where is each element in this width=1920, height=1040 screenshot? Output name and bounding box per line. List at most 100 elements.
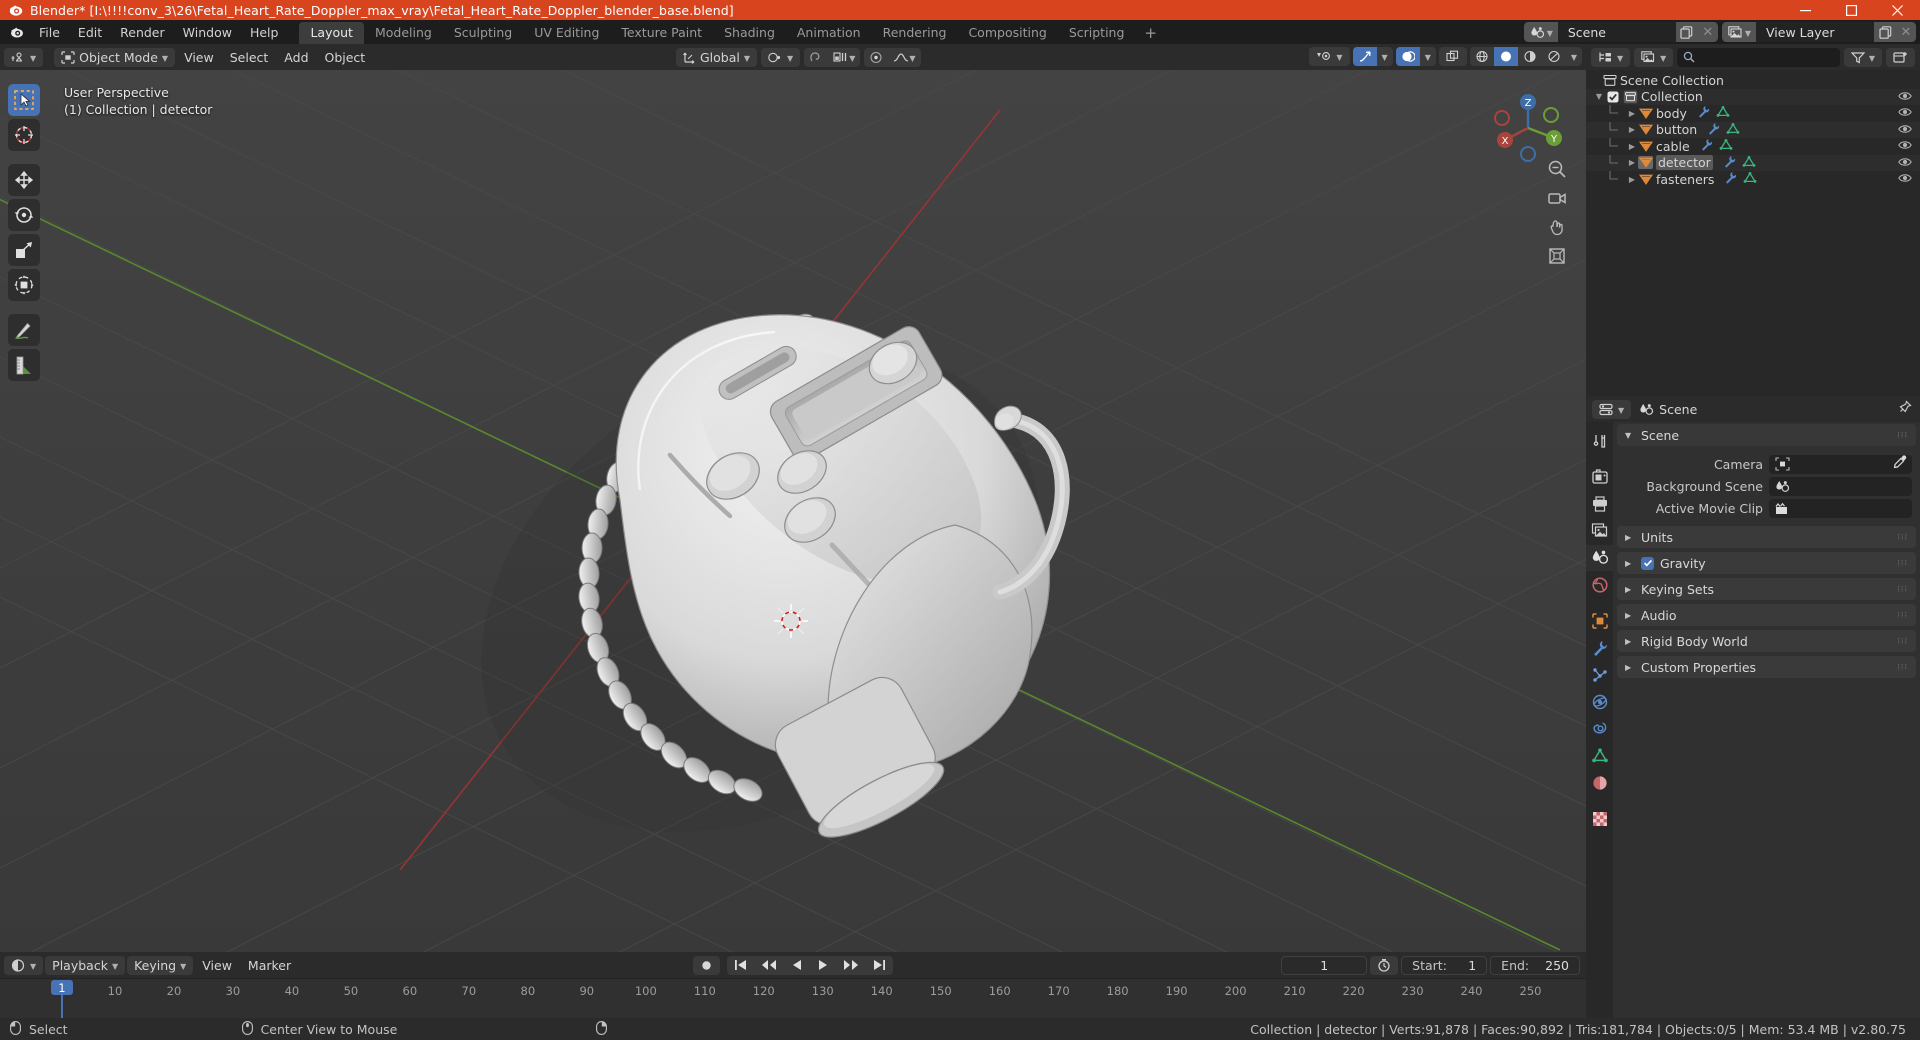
mesh-data-icon[interactable] <box>1716 105 1730 121</box>
object-mode-selector[interactable]: Object Mode ▼ <box>54 47 176 67</box>
use-preview-range-button[interactable] <box>1370 955 1399 975</box>
visibility-selector[interactable]: ▼ <box>1309 47 1350 66</box>
panel-arrow[interactable]: ▶ <box>1625 637 1635 646</box>
tab-layout[interactable]: Layout <box>299 22 364 44</box>
view-layer-selector[interactable]: ▼ View Layer ✕ <box>1721 22 1916 42</box>
mesh-data-icon[interactable] <box>1719 138 1733 154</box>
panel-arrow[interactable]: ▶ <box>1625 533 1635 542</box>
play-reverse-button[interactable] <box>784 956 810 975</box>
camera-view-icon[interactable] <box>1546 187 1568 209</box>
properties-panel-audio[interactable]: ▶ Audio ⁞⁞⁞ <box>1617 604 1916 626</box>
proportional-edit-toggle[interactable] <box>864 48 888 67</box>
3d-viewport[interactable]: User Perspective (1) Collection | detect… <box>0 70 1586 952</box>
tab-sculpting[interactable]: Sculpting <box>443 22 523 44</box>
pivot-point-selector[interactable]: ▼ <box>761 47 801 67</box>
particles-tab-icon[interactable] <box>1586 662 1613 688</box>
scene-panel-arrow[interactable]: ▼ <box>1625 431 1635 440</box>
transform-tool[interactable] <box>8 269 40 301</box>
outliner-row-object[interactable]: ▶ fasteners <box>1586 171 1920 188</box>
properties-panel-keying-sets[interactable]: ▶ Keying Sets ⁞⁞⁞ <box>1617 578 1916 600</box>
rotate-tool[interactable] <box>8 199 40 231</box>
panel-arrow[interactable]: ▶ <box>1625 559 1635 568</box>
tab-scripting[interactable]: Scripting <box>1058 22 1136 44</box>
gizmo-options-dropdown[interactable]: ▼ <box>1377 47 1393 66</box>
outliner-search-input[interactable] <box>1677 47 1840 67</box>
show-gizmo-toggle[interactable] <box>1352 47 1377 66</box>
keying-menu[interactable]: Keying ▼ <box>127 955 194 975</box>
modifier-icon[interactable] <box>1724 171 1737 187</box>
measure-tool[interactable] <box>8 349 40 381</box>
previous-keyframe-button[interactable] <box>754 956 784 975</box>
outliner-row-collection[interactable]: ▼ Collection <box>1586 88 1920 105</box>
outliner-row-object[interactable]: ▶ detector <box>1586 154 1920 171</box>
object-expand-arrow[interactable]: ▶ <box>1626 109 1638 118</box>
vp-menu-select[interactable]: Select <box>223 48 276 67</box>
modifier-icon[interactable] <box>1723 155 1736 171</box>
panel-checkbox[interactable] <box>1641 556 1654 570</box>
properties-panel-gravity[interactable]: ▶ Gravity ⁞⁞⁞ <box>1617 552 1916 574</box>
close-button[interactable] <box>1874 0 1920 20</box>
constraint-tab-icon[interactable] <box>1586 716 1613 742</box>
cursor-tool[interactable] <box>8 119 40 151</box>
annotate-tool[interactable] <box>8 314 40 346</box>
properties-panel-units[interactable]: ▶ Units ⁞⁞⁞ <box>1617 526 1916 548</box>
panel-arrow[interactable]: ▶ <box>1625 585 1635 594</box>
menu-help[interactable]: Help <box>241 20 288 44</box>
panel-arrow[interactable]: ▶ <box>1625 663 1635 672</box>
xray-toggle[interactable] <box>1438 47 1467 66</box>
view-layer-icon[interactable]: ▼ <box>1721 22 1756 42</box>
camera-field[interactable] <box>1769 454 1912 474</box>
snap-toggle[interactable] <box>804 48 828 67</box>
timeline-playhead[interactable]: 1 <box>50 980 73 995</box>
blender-logo-icon[interactable] <box>4 20 30 44</box>
world-tab-icon[interactable] <box>1586 572 1613 598</box>
minimize-button[interactable] <box>1782 0 1828 20</box>
tab-compositing[interactable]: Compositing <box>957 22 1057 44</box>
new-collection-button[interactable] <box>1886 47 1915 67</box>
solid-shading-button[interactable] <box>1493 47 1518 66</box>
properties-editor-type-button[interactable]: ▼ <box>1592 399 1632 419</box>
tab-modeling[interactable]: Modeling <box>364 22 443 44</box>
maximize-button[interactable] <box>1828 0 1874 20</box>
texture-tab-icon[interactable] <box>1586 806 1613 832</box>
object-visibility-icon[interactable] <box>1898 155 1912 170</box>
mesh-data-icon[interactable] <box>1742 155 1756 171</box>
pin-id-button[interactable] <box>1897 399 1912 419</box>
editor-type-button[interactable]: ▼ <box>4 47 44 67</box>
rendered-shading-button[interactable] <box>1542 47 1566 66</box>
next-keyframe-button[interactable] <box>836 956 866 975</box>
snap-target-selector[interactable]: ▼ <box>828 48 860 67</box>
scene-name[interactable]: Scene <box>1557 22 1676 42</box>
tab-uv-editing[interactable]: UV Editing <box>523 22 610 44</box>
collection-expand-arrow[interactable]: ▼ <box>1593 92 1605 101</box>
panel-arrow[interactable]: ▶ <box>1625 611 1635 620</box>
vp-menu-add[interactable]: Add <box>277 48 315 67</box>
mesh-data-icon[interactable] <box>1743 171 1757 187</box>
end-frame-field[interactable]: End: 250 <box>1490 955 1580 975</box>
object-expand-arrow[interactable]: ▶ <box>1626 142 1638 151</box>
timeline-scale[interactable]: 10 20 30 40 50 60 70 80 90 100 110 120 130 140 150 160 1… <box>0 978 1586 1018</box>
scene-tab-icon[interactable] <box>1586 545 1613 571</box>
material-preview-button[interactable] <box>1518 47 1542 66</box>
shading-options-dropdown[interactable]: ▼ <box>1566 47 1582 66</box>
zoom-view-icon[interactable] <box>1546 158 1568 180</box>
jump-to-start-button[interactable] <box>727 956 754 975</box>
object-visibility-icon[interactable] <box>1898 122 1912 137</box>
collection-visibility-icon[interactable] <box>1898 89 1912 104</box>
object-expand-arrow[interactable]: ▶ <box>1626 158 1638 167</box>
object-tab-icon[interactable] <box>1586 608 1613 634</box>
object-visibility-icon[interactable] <box>1898 139 1912 154</box>
scale-tool[interactable] <box>8 234 40 266</box>
eyedropper-icon[interactable] <box>1893 455 1907 473</box>
view-layer-tab-icon[interactable] <box>1586 518 1613 544</box>
filter-button[interactable]: ▼ <box>1843 47 1882 67</box>
output-tab-icon[interactable] <box>1586 491 1613 517</box>
outliner-row-scene-collection[interactable]: Scene Collection <box>1586 72 1920 89</box>
background-scene-field[interactable] <box>1769 476 1912 496</box>
object-visibility-icon[interactable] <box>1898 106 1912 121</box>
current-frame-field[interactable]: 1 <box>1281 955 1368 975</box>
mesh-data-icon[interactable] <box>1726 122 1740 138</box>
outliner-row-object[interactable]: ▶ body <box>1586 105 1920 122</box>
modifier-icon[interactable] <box>1707 122 1720 138</box>
menu-window[interactable]: Window <box>174 20 241 44</box>
